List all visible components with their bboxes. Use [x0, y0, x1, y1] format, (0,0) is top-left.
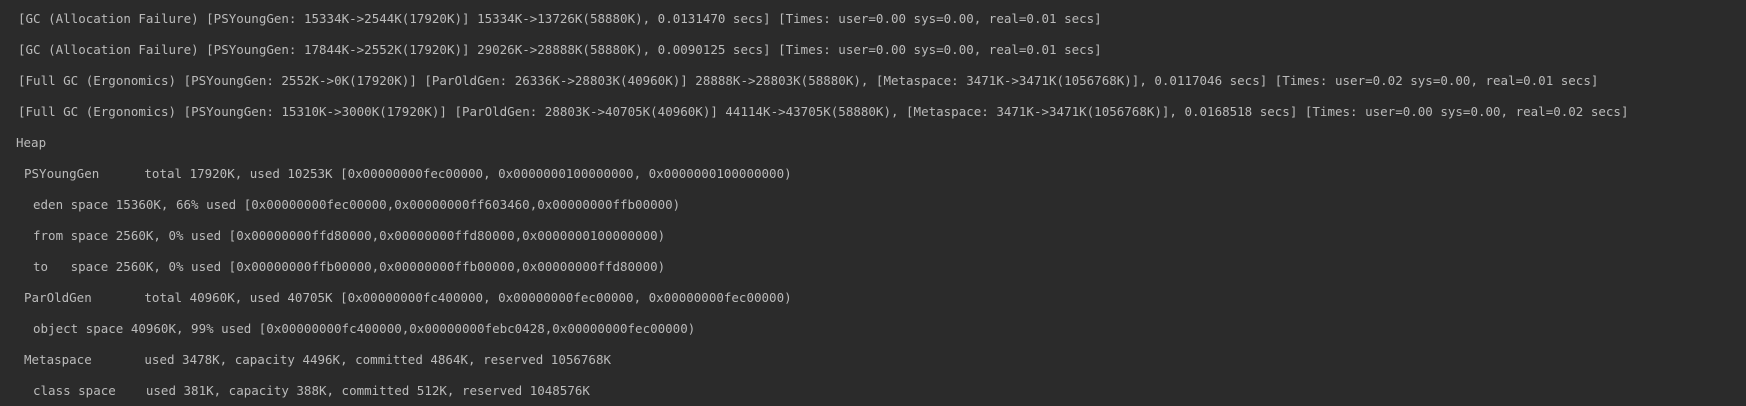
console-line-psyounggen: PSYoungGen total 17920K, used 10253K [0x…	[24, 166, 792, 181]
console-line-full-gc-1: [Full GC (Ergonomics) [PSYoungGen: 2552K…	[18, 73, 1599, 88]
console-line-class-space: class space used 381K, capacity 388K, co…	[33, 383, 590, 398]
console-line-eden-space: eden space 15360K, 66% used [0x00000000f…	[33, 197, 681, 212]
console-line-paroldgen: ParOldGen total 40960K, used 40705K [0x0…	[24, 290, 792, 305]
console-line-full-gc-2: [Full GC (Ergonomics) [PSYoungGen: 15310…	[18, 104, 1629, 119]
console-line-metaspace: Metaspace used 3478K, capacity 4496K, co…	[24, 352, 611, 367]
console-line-heap-header: Heap	[16, 135, 47, 150]
console-line-to-space: to space 2560K, 0% used [0x00000000ffb00…	[33, 259, 666, 274]
console-line-object-space: object space 40960K, 99% used [0x0000000…	[33, 321, 696, 336]
console-line-gc-2: [GC (Allocation Failure) [PSYoungGen: 17…	[18, 42, 1102, 57]
console-output[interactable]: [GC (Allocation Failure) [PSYoungGen: 15…	[0, 0, 1746, 403]
console-line-from-space: from space 2560K, 0% used [0x00000000ffd…	[33, 228, 666, 243]
console-line-gc-1: [GC (Allocation Failure) [PSYoungGen: 15…	[18, 11, 1102, 26]
